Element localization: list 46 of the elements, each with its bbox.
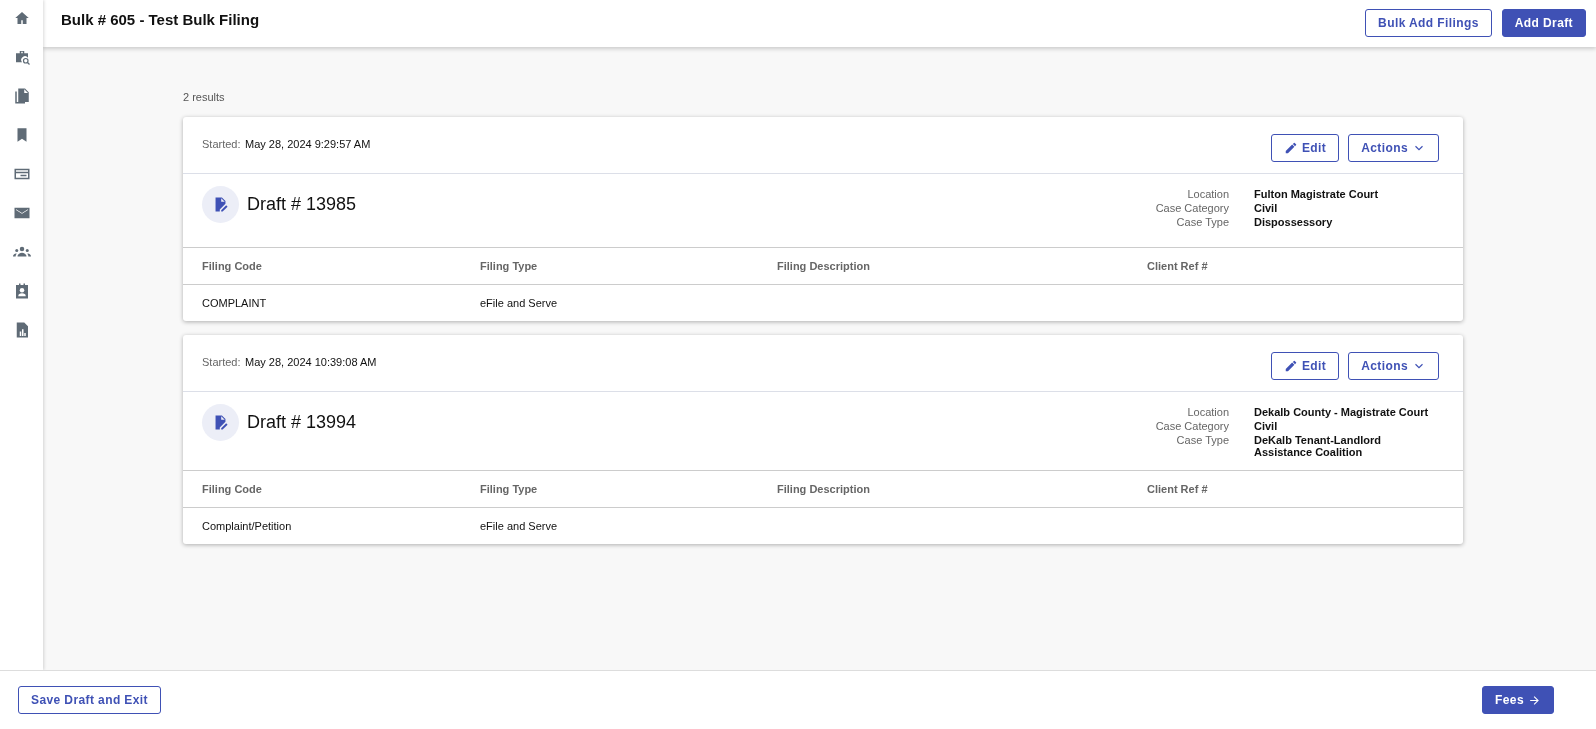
draft-title: Draft # 13985 (247, 194, 357, 215)
arrow-right-icon (1528, 693, 1541, 707)
draft-icon (202, 404, 239, 441)
column-header: Client Ref # (1147, 483, 1209, 495)
add-draft-button[interactable]: Add Draft (1501, 9, 1586, 37)
save-draft-button[interactable]: Save Draft and Exit (18, 686, 161, 714)
column-header: Filing Type (480, 483, 539, 495)
draft-title: Draft # 13994 (247, 412, 357, 433)
detail-value: Civil (1254, 420, 1279, 432)
started-label: Started: (202, 138, 241, 150)
detail-label: Case Type (1175, 434, 1229, 448)
documents-icon[interactable] (12, 87, 31, 105)
detail-value: Civil (1254, 202, 1279, 214)
column-header: Client Ref # (1147, 260, 1209, 272)
detail-value: DeKalb Tenant-Landlord Assistance Coalition (1254, 434, 1382, 458)
fees-button[interactable]: Fees (1482, 686, 1554, 714)
pencil-icon (1283, 359, 1298, 373)
pencil-icon (1283, 141, 1298, 155)
column-header: Filing Code (202, 260, 263, 272)
detail-label: Case Category (1154, 420, 1229, 432)
detail-value: Dispossessory (1254, 216, 1334, 228)
actions-button[interactable]: Actions (1348, 352, 1439, 380)
table-cell-text: eFile and Serve (480, 297, 559, 309)
started-date: May 28, 2024 10:39:08 AM (245, 356, 377, 368)
detail-value: Fulton Magistrate Court (1254, 188, 1380, 200)
started-label: Started: (202, 356, 241, 368)
detail-label: Location (1186, 406, 1229, 418)
detail-label: Location (1186, 188, 1229, 200)
table-cell-text: eFile and Serve (480, 520, 559, 532)
started-date: May 28, 2024 9:29:57 AM (245, 138, 371, 150)
actions-button[interactable]: Actions (1348, 134, 1439, 162)
draft-icon (202, 186, 239, 223)
column-header: Filing Description (777, 260, 871, 272)
bulk-add-button[interactable]: Bulk Add Filings (1365, 9, 1492, 37)
results-count: 2 results (183, 91, 226, 103)
edit-button[interactable]: Edit (1270, 352, 1340, 380)
edit-button[interactable]: Edit (1270, 134, 1340, 162)
detail-label: Case Type (1175, 216, 1229, 228)
table-cell-text: Complaint/Petition (202, 520, 293, 532)
page-title: Bulk # 605 - Test Bulk Filing (61, 11, 260, 28)
detail-label: Case Category (1154, 202, 1229, 214)
column-header: Filing Description (777, 483, 871, 495)
column-header: Filing Code (202, 483, 263, 495)
table-cell-text: COMPLAINT (202, 297, 268, 309)
column-header: Filing Type (480, 260, 539, 272)
detail-value: Dekalb County - Magistrate Court (1254, 406, 1430, 418)
